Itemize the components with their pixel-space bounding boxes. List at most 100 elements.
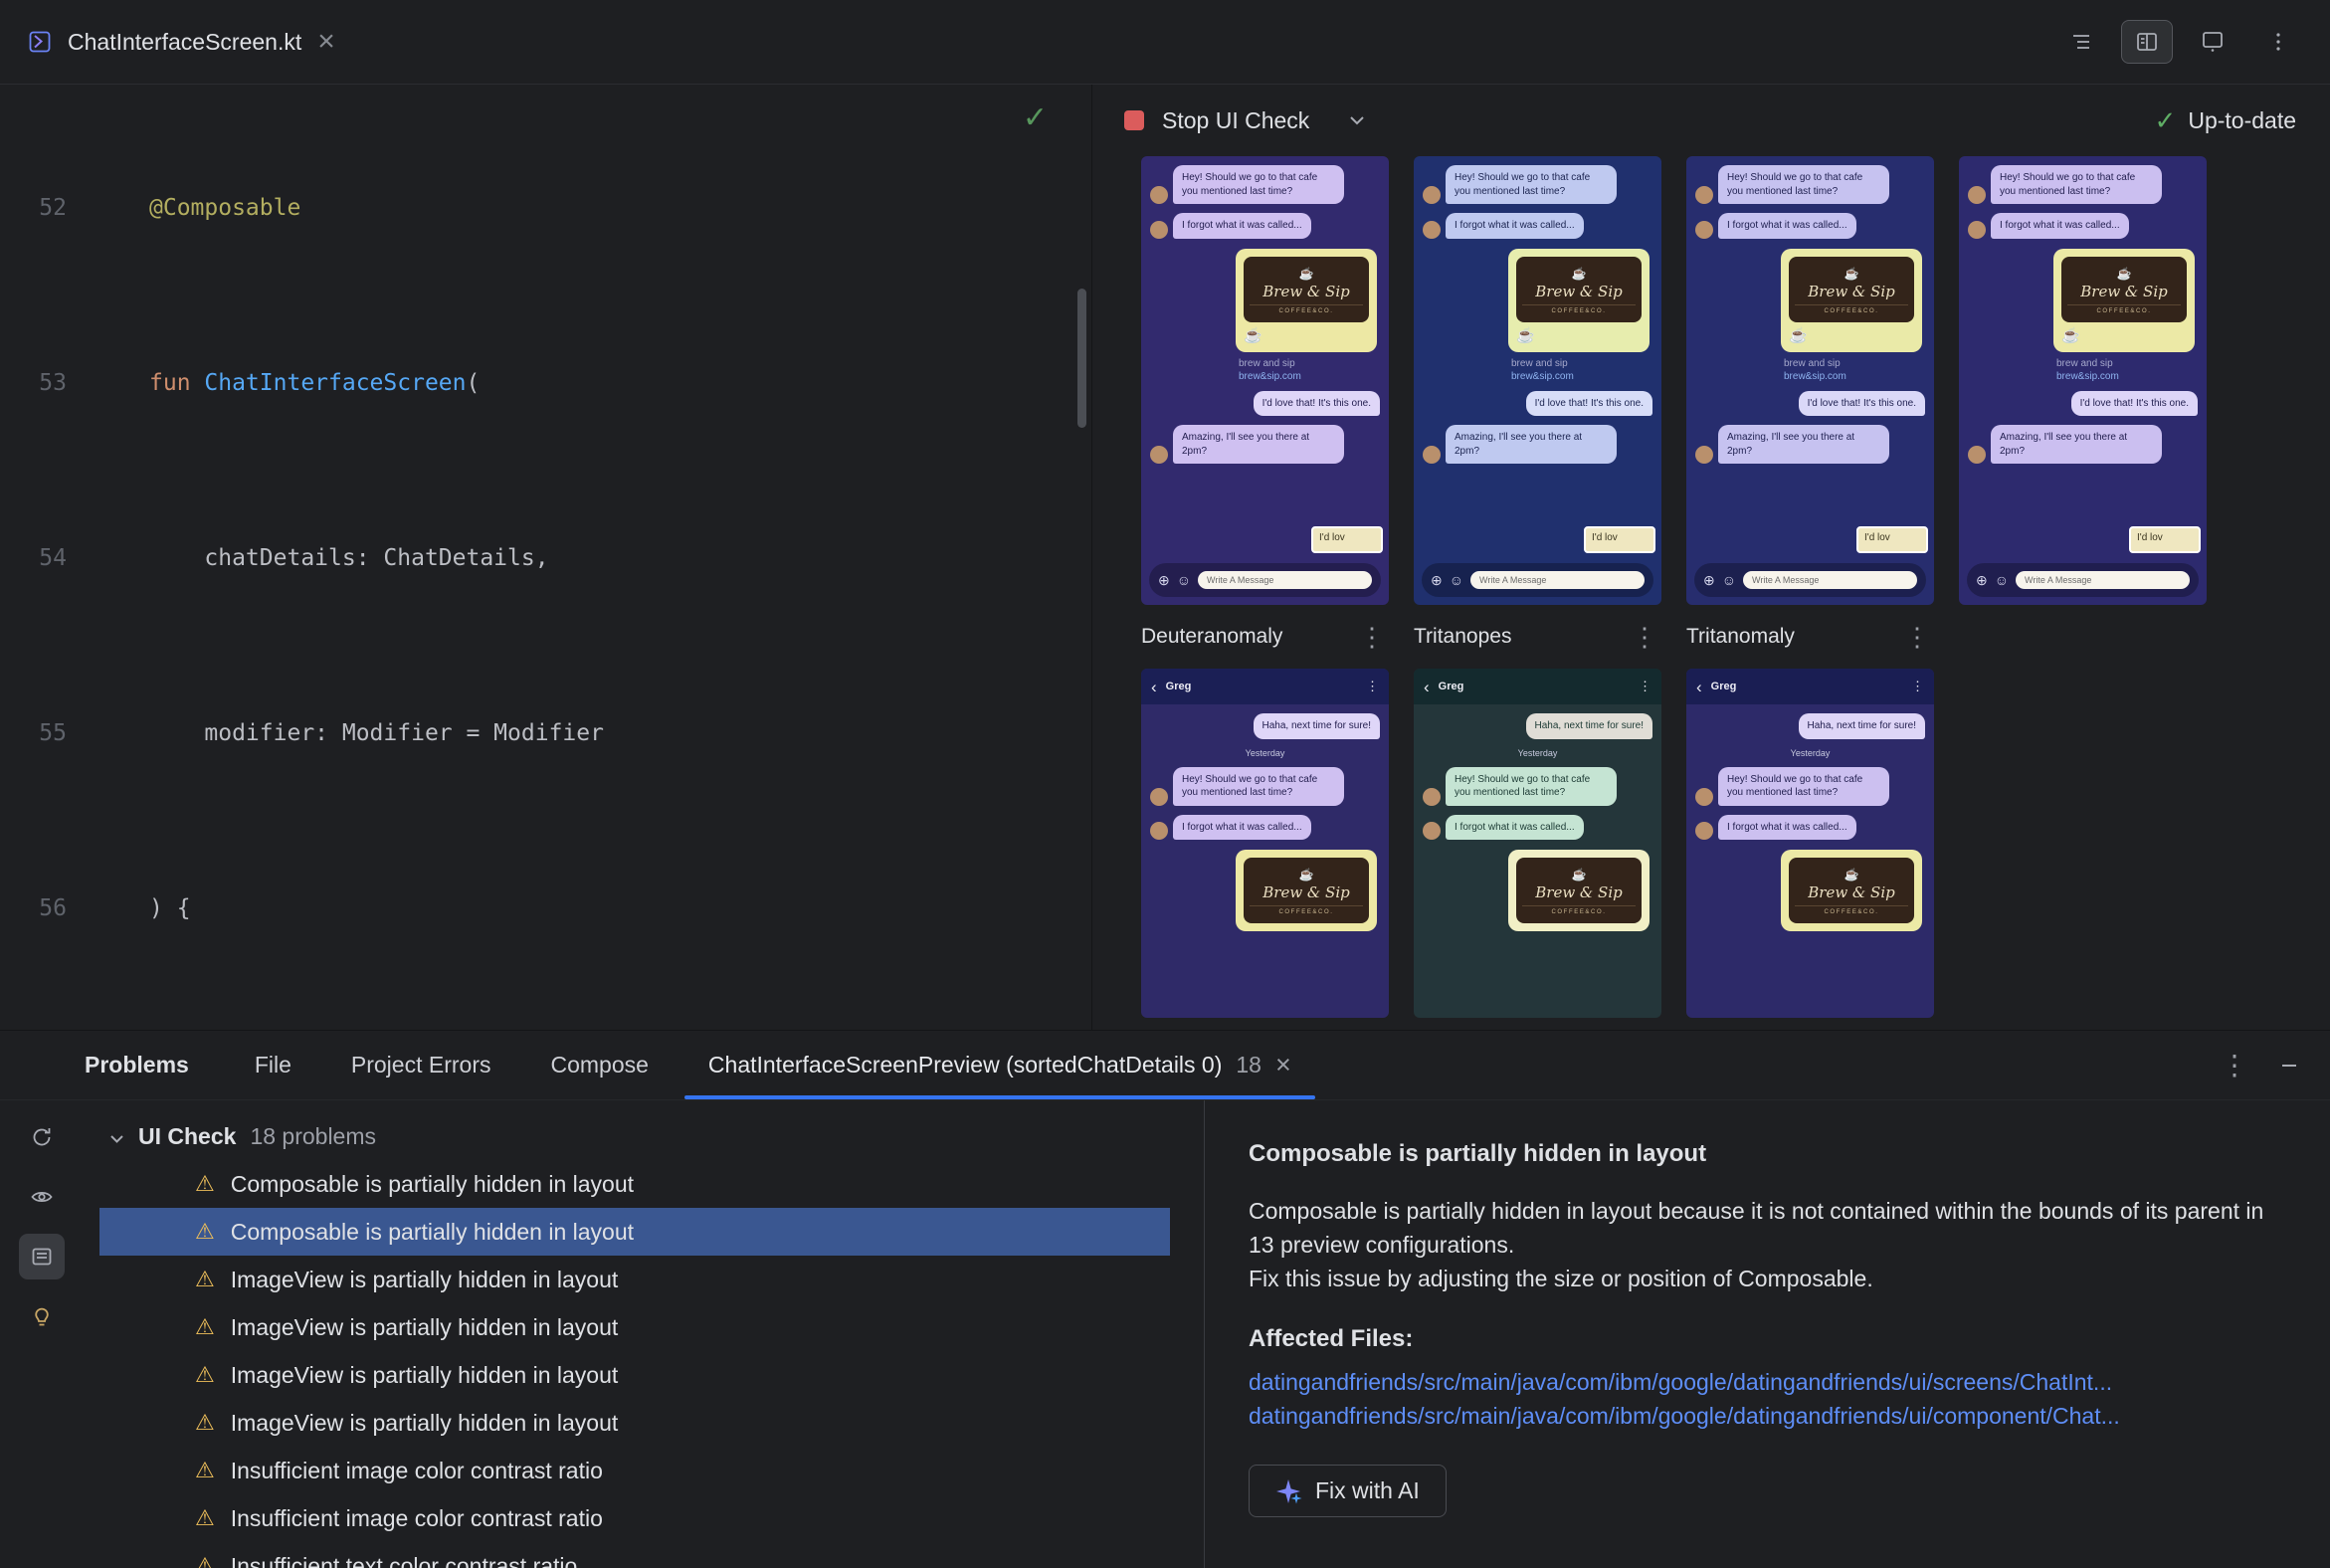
chat-preview-phone[interactable]: ‹ Greg ⋮ Haha, next time for sure! Yeste… bbox=[1414, 669, 1661, 1018]
code-text: fun ChatInterfaceScreen( bbox=[149, 370, 481, 396]
problem-row[interactable]: ⚠ Composable is partially hidden in layo… bbox=[99, 1208, 1170, 1256]
emoji-icon[interactable]: ☺ bbox=[1722, 573, 1736, 587]
more-icon[interactable]: ⋮ bbox=[1639, 679, 1651, 694]
panel-tab[interactable]: ChatInterfaceScreenPreview (sortedChatDe… bbox=[679, 1031, 1321, 1099]
problem-row[interactable]: ⚠ ImageView is partially hidden in layou… bbox=[99, 1399, 1170, 1447]
message-input[interactable]: Write A Message bbox=[1470, 571, 1645, 589]
problem-row[interactable]: ⚠ Composable is partially hidden in layo… bbox=[99, 1160, 1170, 1208]
code-line[interactable]: 56) { bbox=[0, 886, 1091, 930]
emoji-icon[interactable]: ☺ bbox=[1450, 573, 1463, 587]
split-editor-icon[interactable] bbox=[2121, 20, 2173, 64]
code-area[interactable]: 52 @Composable 53 fun ChatInterfaceScreen(… bbox=[0, 85, 1091, 1030]
problem-row[interactable]: ⚠ ImageView is partially hidden in layou… bbox=[99, 1351, 1170, 1399]
coffee-cup-icon: ☕ bbox=[2116, 266, 2132, 281]
problem-row[interactable]: ⚠ Insufficient image color contrast rati… bbox=[99, 1494, 1170, 1542]
stop-ui-check-button[interactable]: Stop UI Check bbox=[1110, 99, 1323, 142]
code-line[interactable]: 52 @Composable bbox=[0, 186, 1091, 230]
panel-tab[interactable]: Project Errors bbox=[321, 1031, 521, 1099]
preview-grid: Hey! Should we go to that cafe you menti… bbox=[1141, 156, 2330, 1030]
chat-preview-phone[interactable]: Hey! Should we go to that cafe you menti… bbox=[1414, 156, 1661, 605]
chat-preview-phone[interactable]: ‹ Greg ⋮ Haha, next time for sure! Yeste… bbox=[1686, 669, 1934, 1018]
avatar bbox=[1695, 822, 1713, 840]
affected-file-link[interactable]: datingandfriends/src/main/java/com/ibm/g… bbox=[1249, 1365, 2286, 1399]
panel-tab-label: File bbox=[254, 1052, 291, 1078]
more-icon[interactable]: ⋮ bbox=[1366, 679, 1379, 694]
more-icon[interactable]: ⋮ bbox=[1359, 622, 1385, 653]
detail-title: Composable is partially hidden in layout bbox=[1249, 1140, 1707, 1167]
chat-preview-phone[interactable]: ‹ Greg ⋮ Haha, next time for sure! Yeste… bbox=[1141, 669, 1389, 1018]
message-input[interactable]: Write A Message bbox=[1743, 571, 1917, 589]
warning-icon: ⚠ bbox=[195, 1458, 215, 1482]
problem-row[interactable]: ⚠ Insufficient text color contrast ratio bbox=[99, 1542, 1170, 1568]
structure-icon[interactable] bbox=[2055, 20, 2107, 64]
device-preview-icon[interactable] bbox=[2187, 20, 2238, 64]
chat-preview-phone[interactable]: Hey! Should we go to that cafe you menti… bbox=[1141, 156, 1389, 605]
add-icon[interactable]: ⊕ bbox=[1976, 573, 1988, 587]
chat-preview-phone[interactable]: Hey! Should we go to that cafe you menti… bbox=[1959, 156, 2207, 605]
back-icon[interactable]: ‹ bbox=[1151, 679, 1157, 695]
refresh-icon[interactable] bbox=[19, 1114, 65, 1160]
coffee-cup-icon: ☕ bbox=[1298, 266, 1314, 281]
warning-icon: ⚠ bbox=[195, 1267, 215, 1291]
problem-text: ImageView is partially hidden in layout bbox=[230, 1313, 619, 1340]
problem-row[interactable]: ⚠ Insufficient image color contrast rati… bbox=[99, 1447, 1170, 1494]
editor-scrollbar[interactable] bbox=[1077, 289, 1086, 428]
more-icon[interactable]: ⋮ bbox=[1632, 622, 1657, 653]
variant-labels-row: Deuteranomaly ⋮ Tritanopes ⋮ Tritanomaly… bbox=[1141, 605, 2330, 669]
message-input-bar[interactable]: ⊕ ☺ Write A Message bbox=[1967, 563, 2199, 597]
variant-name: Tritanomaly bbox=[1686, 625, 1795, 648]
add-icon[interactable]: ⊕ bbox=[1431, 573, 1443, 587]
warning-icon: ⚠ bbox=[195, 1219, 215, 1244]
code-line[interactable]: 55 modifier: Modifier = Modifier bbox=[0, 711, 1091, 755]
close-icon[interactable]: × bbox=[317, 27, 335, 57]
chat-preview-phone[interactable]: Hey! Should we go to that cafe you menti… bbox=[1686, 156, 1934, 605]
editor-tab[interactable]: ChatInterfaceScreen.kt × bbox=[0, 0, 365, 84]
panel-tab[interactable]: File bbox=[225, 1031, 321, 1099]
message-input-bar[interactable]: ⊕ ☺ Write A Message bbox=[1149, 563, 1381, 597]
avatar bbox=[1423, 220, 1441, 239]
message-input-bar[interactable]: ⊕ ☺ Write A Message bbox=[1694, 563, 1926, 597]
add-icon[interactable]: ⊕ bbox=[1703, 573, 1715, 587]
code-line[interactable]: 53 fun ChatInterfaceScreen( bbox=[0, 361, 1091, 405]
chat-bubble: I'd love that! It's this one. bbox=[1253, 390, 1380, 416]
emoji-icon[interactable]: ☺ bbox=[1177, 573, 1191, 587]
message-input[interactable]: Write A Message bbox=[1198, 571, 1372, 589]
eye-icon[interactable] bbox=[19, 1174, 65, 1220]
problem-row[interactable]: ⚠ ImageView is partially hidden in layou… bbox=[99, 1256, 1170, 1303]
ui-check-highlight: I'd lov bbox=[1856, 526, 1928, 553]
more-icon[interactable]: ⋮ bbox=[1911, 679, 1924, 694]
panel-tab-label: ChatInterfaceScreenPreview (sortedChatDe… bbox=[707, 1052, 1223, 1078]
back-icon[interactable]: ‹ bbox=[1424, 679, 1430, 695]
problem-row[interactable]: ⚠ ImageView is partially hidden in layou… bbox=[99, 1303, 1170, 1351]
fix-with-ai-button[interactable]: Fix with AI bbox=[1249, 1465, 1447, 1517]
chevron-down-icon[interactable] bbox=[1349, 115, 1365, 125]
more-icon[interactable] bbox=[2252, 20, 2304, 64]
avatar bbox=[1695, 186, 1713, 204]
more-icon[interactable]: ⋮ bbox=[2221, 1049, 2248, 1081]
more-icon[interactable]: ⋮ bbox=[1904, 622, 1930, 653]
minimize-icon[interactable] bbox=[2278, 1055, 2300, 1077]
lightbulb-icon[interactable] bbox=[19, 1293, 65, 1339]
warning-icon: ⚠ bbox=[195, 1505, 215, 1530]
inspection-ok-icon[interactable]: ✓ bbox=[1023, 100, 1048, 135]
chevron-down-icon[interactable] bbox=[109, 1123, 124, 1150]
close-icon[interactable]: × bbox=[1275, 1052, 1291, 1078]
chat-header: ‹ Greg ⋮ bbox=[1686, 669, 1934, 704]
chat-bubble: I'd love that! It's this one. bbox=[1525, 390, 1652, 416]
card-link: brew&sip.com bbox=[2056, 370, 2119, 382]
panel-actions: ⋮ bbox=[2221, 1049, 2330, 1081]
add-icon[interactable]: ⊕ bbox=[1158, 573, 1170, 587]
ui-check-highlight: I'd lov bbox=[2129, 526, 2201, 553]
panel-tab[interactable]: Compose bbox=[520, 1031, 678, 1099]
coffee-cup-icon: ☕ bbox=[1571, 868, 1587, 882]
back-icon[interactable]: ‹ bbox=[1696, 679, 1702, 695]
message-input[interactable]: Write A Message bbox=[2016, 571, 2190, 589]
code-editor[interactable]: 52 @Composable 53 fun ChatInterfaceScreen(… bbox=[0, 85, 1092, 1030]
code-line[interactable]: 54 chatDetails: ChatDetails, bbox=[0, 536, 1091, 580]
emoji-icon[interactable]: ☺ bbox=[1995, 573, 2009, 587]
chat-bubble: I forgot what it was called... bbox=[1446, 213, 1584, 239]
details-view-icon[interactable] bbox=[19, 1234, 65, 1279]
affected-file-link[interactable]: datingandfriends/src/main/java/com/ibm/g… bbox=[1249, 1399, 2286, 1433]
message-input-bar[interactable]: ⊕ ☺ Write A Message bbox=[1422, 563, 1653, 597]
problem-group-header[interactable]: UI Check 18 problems bbox=[84, 1112, 1204, 1160]
